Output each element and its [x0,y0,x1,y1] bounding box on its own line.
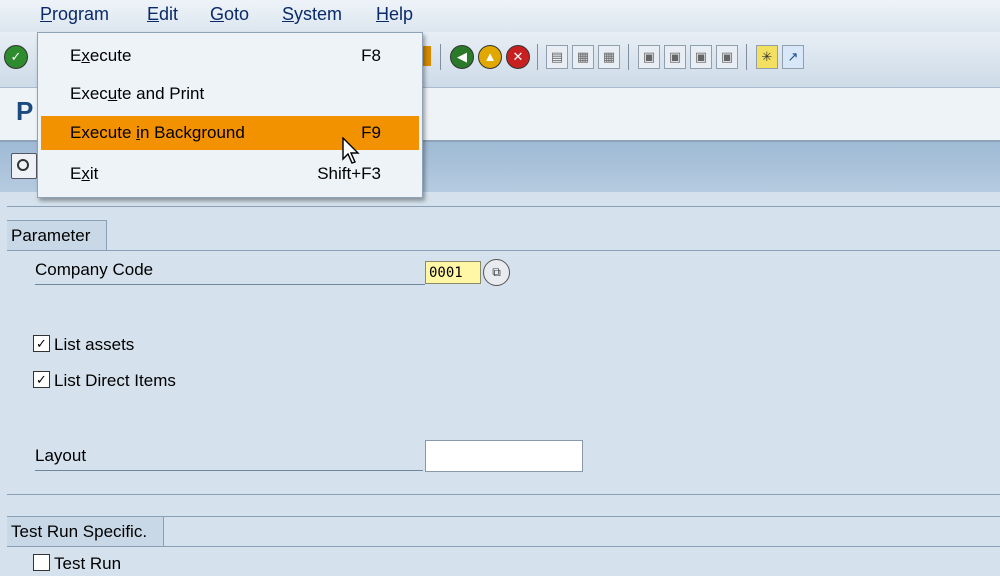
menu-bar: Program Edit Goto System Help [0,0,1000,32]
previous-page-icon[interactable]: ▣ [664,45,686,69]
possible-entries-icon[interactable]: ⧉ [483,259,510,286]
page-title: P [16,96,34,126]
group-divider [7,546,1000,547]
menu-edit[interactable]: Edit [147,4,178,25]
find-icon[interactable]: ▦ [572,45,594,69]
list-assets-label: List assets [54,335,135,354]
menu-item-execute[interactable]: Execute F8 [41,39,419,73]
menu-goto[interactable]: Goto [210,4,249,25]
selection-screen: Parameter Company Code 0001 ⧉ ✓ List asse… [7,192,1000,575]
test-run-row: Test Run [33,552,121,576]
test-run-checkbox[interactable] [33,554,50,572]
find-next-icon[interactable]: ▦ [598,45,620,69]
list-direct-items-row: ✓ List Direct Items [33,369,176,393]
shortcut-label: F9 [361,123,381,142]
list-assets-row: ✓ List assets [33,333,134,357]
next-page-icon[interactable]: ▣ [690,45,712,69]
list-direct-items-label: List Direct Items [54,371,176,390]
group-title-test-run: Test Run Specific. [7,516,165,547]
group-divider [7,250,1000,251]
menu-system[interactable]: System [282,4,342,25]
company-code-input[interactable]: 0001 [425,261,481,284]
menu-item-exit[interactable]: Exit Shift+F3 [41,157,419,191]
group-divider [7,494,1000,495]
list-assets-checkbox[interactable]: ✓ [33,335,50,353]
layout-input[interactable] [425,440,583,472]
mouse-cursor-icon [342,137,360,164]
exit-icon[interactable]: ▲ [478,45,502,69]
test-run-label: Test Run [54,554,122,573]
shortcut-label: F8 [361,46,381,65]
company-code-label: Company Code [35,256,425,285]
create-session-icon[interactable]: ✳ [756,45,778,69]
group-divider [7,206,1000,207]
menu-item-execute-and-print[interactable]: Execute and Print [41,77,419,111]
toolbar-separator [537,44,538,70]
toolbar-separator [746,44,747,70]
program-dropdown-menu: Execute F8 Execute and Print Execute in … [37,32,423,198]
last-page-icon[interactable]: ▣ [716,45,738,69]
save-icon[interactable] [423,46,431,66]
group-title-parameter: Parameter [7,220,108,251]
list-direct-items-checkbox[interactable]: ✓ [33,371,50,389]
back-icon[interactable]: ◀ [450,45,474,69]
toolbar-separator [628,44,629,70]
menu-help[interactable]: Help [376,4,413,25]
toolbar-separator [440,44,441,70]
shortcut-icon[interactable]: ↗ [782,45,804,69]
enter-icon[interactable]: ✓ [4,45,28,69]
menu-item-execute-in-background[interactable]: Execute in Background F9 [41,116,419,150]
clock-icon[interactable] [11,153,37,179]
cancel-icon[interactable]: ✕ [506,45,530,69]
print-icon[interactable]: ▤ [546,45,568,69]
first-page-icon[interactable]: ▣ [638,45,660,69]
layout-label: Layout [35,442,423,471]
menu-program[interactable]: Program [40,4,109,25]
